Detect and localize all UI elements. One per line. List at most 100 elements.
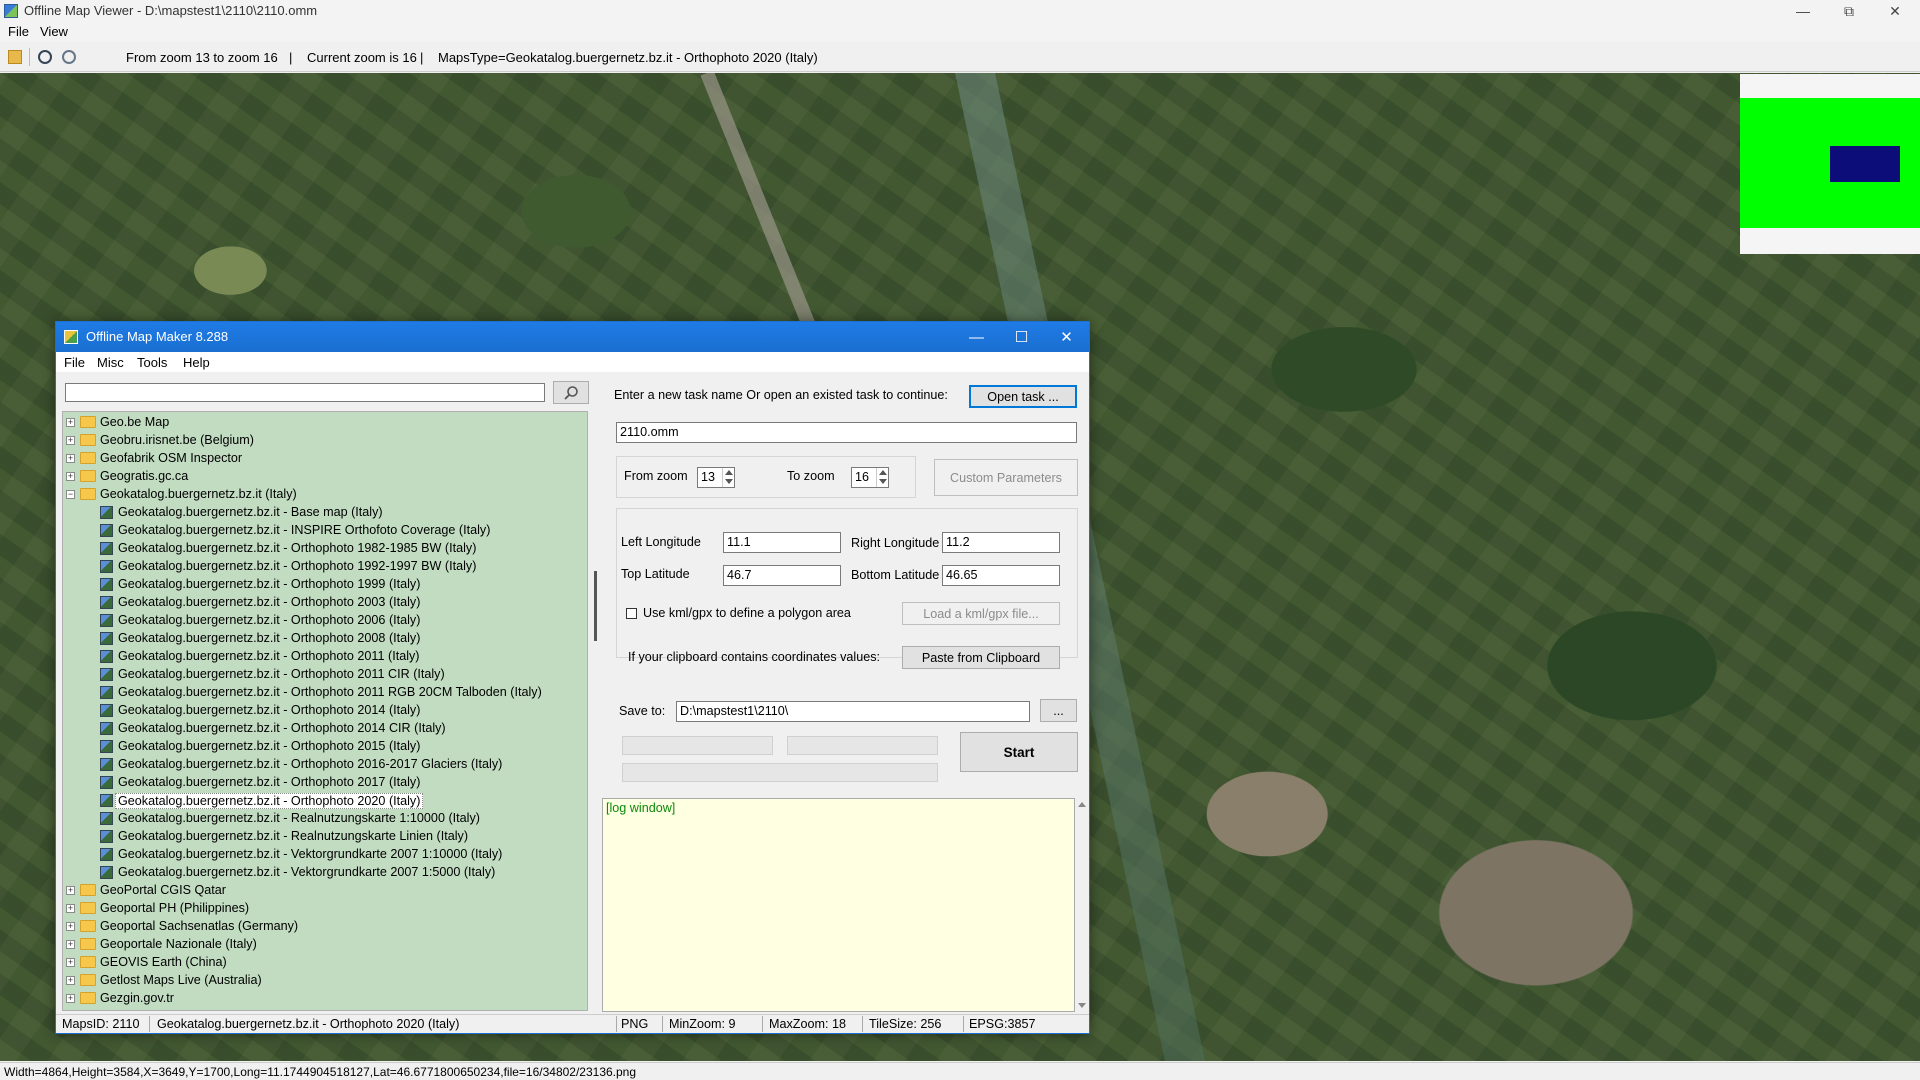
tree-map-item[interactable]: Geokatalog.buergernetz.bz.it - Orthophot… [63, 720, 583, 738]
tree-folder[interactable]: + GeoPortal CGIS Qatar [63, 882, 583, 900]
map-maker-window: Offline Map Maker 8.288 — ☐ ✕ File Misc … [55, 321, 1090, 1034]
expand-icon[interactable]: + [66, 994, 75, 1003]
log-scrollbar[interactable] [1075, 798, 1089, 1012]
tree-map-item[interactable]: Geokatalog.buergernetz.bz.it - Orthophot… [63, 558, 583, 576]
tree-folder[interactable]: − Geokatalog.buergernetz.bz.it (Italy) [63, 486, 583, 504]
expand-icon[interactable]: + [66, 886, 75, 895]
menu-help[interactable]: Help [183, 355, 210, 370]
kml-checkbox[interactable] [626, 608, 637, 619]
expand-icon[interactable]: + [66, 418, 75, 427]
tree-folder[interactable]: + Geoportal PH (Philippines) [63, 900, 583, 918]
to-zoom-spin-icon[interactable] [876, 468, 889, 487]
folder-icon [80, 452, 96, 464]
zoom-out-icon[interactable] [38, 50, 52, 64]
progress-bar-total [622, 763, 938, 782]
map-layer-icon [100, 596, 113, 609]
tree-map-item[interactable]: Geokatalog.buergernetz.bz.it - Base map … [63, 504, 583, 522]
collapse-icon[interactable]: − [66, 490, 75, 499]
folder-icon [80, 956, 96, 968]
minimize-icon[interactable]: — [1780, 0, 1826, 22]
log-window[interactable]: [log window] [602, 798, 1075, 1012]
viewer-statusbar: Width=4864,Height=3584,X=3649,Y=1700,Lon… [0, 1062, 1920, 1080]
tree-map-item[interactable]: Geokatalog.buergernetz.bz.it - INSPIRE O… [63, 522, 583, 540]
expand-icon[interactable]: + [66, 958, 75, 967]
tree-map-item[interactable]: Geokatalog.buergernetz.bz.it - Orthophot… [63, 576, 583, 594]
top-latitude-field[interactable]: 46.7 [723, 565, 841, 586]
tree-map-item[interactable]: Geokatalog.buergernetz.bz.it - Orthophot… [63, 702, 583, 720]
maker-app-icon [64, 330, 78, 344]
map-source-tree[interactable]: + Geo.be Map + Geobru.irisnet.be (Belgium) +… [62, 411, 588, 1011]
tree-folder-label: Geoportal PH (Philippines) [100, 901, 250, 915]
close-icon[interactable]: ✕ [1044, 322, 1089, 352]
toolbar-separator-text: | [289, 50, 293, 65]
maximize-icon[interactable]: ☐ [999, 322, 1044, 352]
tree-map-item[interactable]: Geokatalog.buergernetz.bz.it - Realnutzu… [63, 828, 583, 846]
restore-icon[interactable]: ⧉ [1826, 0, 1872, 22]
tree-map-item[interactable]: Geokatalog.buergernetz.bz.it - Vektorgru… [63, 846, 583, 864]
tree-item-label: Geokatalog.buergernetz.bz.it - Base map … [118, 505, 383, 519]
tree-folder[interactable]: + Geoportal Sachsenatlas (Germany) [63, 918, 583, 936]
tree-map-item[interactable]: Geokatalog.buergernetz.bz.it - Orthophot… [63, 648, 583, 666]
expand-icon[interactable]: + [66, 454, 75, 463]
open-folder-icon[interactable] [8, 50, 22, 64]
paste-clipboard-button[interactable]: Paste from Clipboard [902, 646, 1060, 669]
minimize-icon[interactable]: — [954, 322, 999, 352]
zoom-in-icon[interactable] [62, 50, 76, 64]
menu-tools[interactable]: Tools [137, 355, 167, 370]
right-longitude-field[interactable]: 11.2 [942, 532, 1060, 553]
tree-scroll-thumb[interactable] [594, 571, 597, 641]
menu-file[interactable]: File [64, 355, 85, 370]
toolbar-separator [29, 48, 30, 66]
close-icon[interactable]: ✕ [1872, 0, 1918, 22]
save-path-field[interactable]: D:\mapstest1\2110\ [676, 701, 1030, 722]
minimap[interactable] [1740, 74, 1920, 254]
tree-map-item[interactable]: Geokatalog.buergernetz.bz.it - Orthophot… [63, 684, 583, 702]
tree-folder[interactable]: + Geofabrik OSM Inspector [63, 450, 583, 468]
tree-map-item[interactable]: Geokatalog.buergernetz.bz.it - Orthophot… [63, 756, 583, 774]
maker-titlebar[interactable]: Offline Map Maker 8.288 — ☐ ✕ [56, 322, 1089, 352]
tree-folder[interactable]: + GEOVIS Earth (China) [63, 954, 583, 972]
start-button[interactable]: Start [960, 732, 1078, 772]
from-zoom-label: From zoom [624, 469, 688, 483]
expand-icon[interactable]: + [66, 976, 75, 985]
expand-icon[interactable]: + [66, 940, 75, 949]
tree-item-label: Geokatalog.buergernetz.bz.it - Vektorgru… [118, 865, 496, 879]
task-name-input[interactable]: 2110.omm [616, 422, 1077, 443]
tree-folder[interactable]: + Geogratis.gc.ca [63, 468, 583, 486]
menu-misc[interactable]: Misc [97, 355, 124, 370]
tree-map-item[interactable]: Geokatalog.buergernetz.bz.it - Orthophot… [63, 738, 583, 756]
expand-icon[interactable]: + [66, 436, 75, 445]
expand-icon[interactable]: + [66, 922, 75, 931]
from-zoom-spin-icon[interactable] [722, 468, 735, 487]
menu-file[interactable]: File [8, 24, 29, 39]
tree-item-label: Geokatalog.buergernetz.bz.it - Realnutzu… [118, 829, 469, 843]
custom-parameters-button[interactable]: Custom Parameters [934, 459, 1078, 496]
tree-map-item[interactable]: Geokatalog.buergernetz.bz.it - Orthophot… [63, 630, 583, 648]
status-epsg: EPSG:3857 [969, 1017, 1036, 1031]
browse-folder-button[interactable]: ... [1040, 699, 1077, 722]
minimap-viewport[interactable] [1830, 146, 1900, 182]
tree-folder[interactable]: + Getlost Maps Live (Australia) [63, 972, 583, 990]
expand-icon[interactable]: + [66, 472, 75, 481]
search-button[interactable] [553, 381, 589, 404]
tree-map-item[interactable]: Geokatalog.buergernetz.bz.it - Orthophot… [63, 666, 583, 684]
search-input[interactable] [65, 383, 545, 402]
tree-map-item[interactable]: Geokatalog.buergernetz.bz.it - Orthophot… [63, 540, 583, 558]
tree-map-item[interactable]: Geokatalog.buergernetz.bz.it - Vektorgru… [63, 864, 583, 882]
left-longitude-field[interactable]: 11.1 [723, 532, 841, 553]
load-kml-button[interactable]: Load a kml/gpx file... [902, 602, 1060, 625]
tree-map-item[interactable]: Geokatalog.buergernetz.bz.it - Orthophot… [63, 594, 583, 612]
tree-map-item[interactable]: Geokatalog.buergernetz.bz.it - Orthophot… [63, 612, 583, 630]
tree-map-item[interactable]: Geokatalog.buergernetz.bz.it - Orthophot… [63, 774, 583, 792]
tree-folder[interactable]: + Geobru.irisnet.be (Belgium) [63, 432, 583, 450]
bottom-latitude-field[interactable]: 46.65 [942, 565, 1060, 586]
viewer-status-text: Width=4864,Height=3584,X=3649,Y=1700,Lon… [4, 1065, 637, 1079]
tree-folder[interactable]: + Gezgin.gov.tr [63, 990, 583, 1008]
tree-folder[interactable]: + Geo.be Map [63, 414, 583, 432]
tree-map-item[interactable]: Geokatalog.buergernetz.bz.it - Orthophot… [63, 792, 583, 810]
tree-map-item[interactable]: Geokatalog.buergernetz.bz.it - Realnutzu… [63, 810, 583, 828]
menu-view[interactable]: View [40, 24, 68, 39]
open-task-button[interactable]: Open task ... [969, 385, 1077, 408]
expand-icon[interactable]: + [66, 904, 75, 913]
tree-folder[interactable]: + Geoportale Nazionale (Italy) [63, 936, 583, 954]
